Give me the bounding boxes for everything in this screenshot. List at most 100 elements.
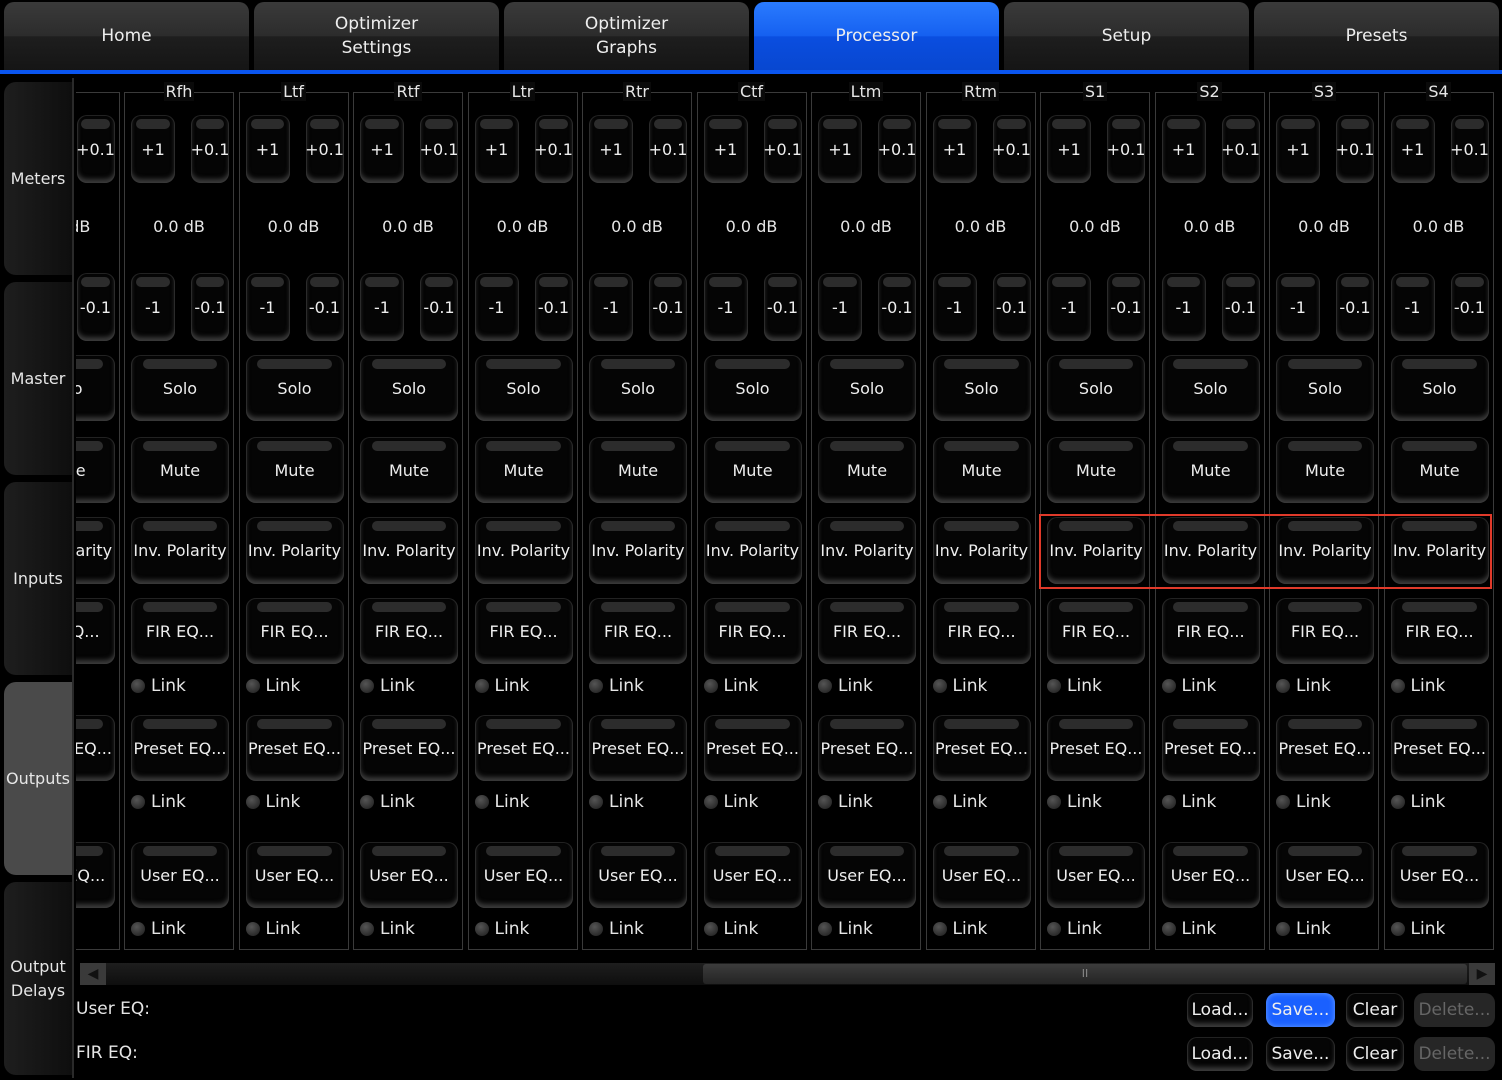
preset-link-toggle[interactable]: Link xyxy=(589,792,644,812)
fir-eq-save-button[interactable]: Save... xyxy=(1266,1037,1335,1071)
solo-button[interactable]: Solo xyxy=(245,355,344,421)
user-link-toggle[interactable]: Link xyxy=(703,919,758,939)
inv-polarity-button[interactable]: Inv. Polarity xyxy=(474,517,573,584)
preset-eq-button[interactable]: Preset EQ... xyxy=(589,715,687,781)
gain-minus-01-button[interactable]: -0.1 xyxy=(1221,273,1260,341)
gain-minus-01-button[interactable]: -0.1 xyxy=(878,273,916,341)
preset-link-toggle[interactable]: Link xyxy=(1276,792,1331,812)
inv-polarity-button[interactable]: Inv. Polarity xyxy=(932,517,1031,584)
user-link-toggle[interactable]: Link xyxy=(360,919,415,939)
inv-polarity-button[interactable]: Inv. Polarity xyxy=(1390,517,1489,584)
fir-eq-button[interactable]: FIR EQ... xyxy=(1047,598,1145,664)
fir-eq-clear-button[interactable]: Clear xyxy=(1346,1037,1404,1071)
fir-eq-load-button[interactable]: Load... xyxy=(1187,1037,1253,1071)
preset-eq-button[interactable]: Preset EQ... xyxy=(1161,715,1260,781)
tab-optimizer-graphs[interactable]: Optimizer Graphs xyxy=(504,2,749,70)
solo-button[interactable]: Solo xyxy=(1161,355,1260,421)
gain-minus-01-button[interactable]: -0.1 xyxy=(649,273,687,341)
gain-plus-1-button[interactable]: +1 xyxy=(131,115,175,183)
mute-button[interactable]: Mute xyxy=(1047,437,1145,503)
preset-eq-button[interactable]: Preset EQ... xyxy=(703,715,802,781)
gain-plus-01-button[interactable]: +0.1 xyxy=(420,115,458,183)
fir-link-toggle[interactable]: Link xyxy=(245,676,300,696)
preset-link-toggle[interactable]: Link xyxy=(818,792,873,812)
user-eq-button[interactable]: User EQ... xyxy=(589,842,687,908)
solo-button[interactable]: Solo xyxy=(932,355,1031,421)
fir-eq-button[interactable]: FIR EQ... xyxy=(932,598,1031,664)
mute-button[interactable]: Mute xyxy=(1161,437,1260,503)
user-link-toggle[interactable]: Link xyxy=(245,919,300,939)
gain-plus-1-button[interactable]: +1 xyxy=(703,115,748,183)
gain-plus-1-button[interactable]: +1 xyxy=(360,115,404,183)
fir-link-toggle[interactable]: Link xyxy=(703,676,758,696)
user-eq-button[interactable]: User EQ... xyxy=(1276,842,1374,908)
solo-button[interactable]: Solo xyxy=(1047,355,1145,421)
user-eq-button[interactable]: User EQ... xyxy=(818,842,916,908)
scroll-left-icon[interactable]: ◀ xyxy=(80,963,106,985)
mute-button[interactable]: Mute xyxy=(1390,437,1489,503)
scroll-thumb[interactable]: II xyxy=(703,964,1467,984)
user-eq-clear-button[interactable]: Clear xyxy=(1346,993,1404,1027)
user-link-toggle[interactable]: Link xyxy=(1047,919,1102,939)
gain-minus-01-button[interactable]: -0.1 xyxy=(305,273,344,341)
inv-polarity-button[interactable]: Inv. Polarity xyxy=(1276,517,1374,584)
user-eq-button[interactable]: User EQ... xyxy=(131,842,229,908)
gain-plus-1-button[interactable]: +1 xyxy=(932,115,977,183)
user-eq-button[interactable]: User EQ... xyxy=(1390,842,1489,908)
inv-polarity-button[interactable]: Inv. Polarity xyxy=(1047,517,1145,584)
preset-eq-button[interactable]: Preset EQ... xyxy=(245,715,344,781)
fir-link-toggle[interactable]: Link xyxy=(474,676,529,696)
gain-plus-1-button[interactable]: +1 xyxy=(245,115,290,183)
gain-plus-01-button[interactable]: +0.1 xyxy=(878,115,916,183)
horizontal-scrollbar[interactable]: ◀ II ▶ xyxy=(80,963,1495,985)
fir-eq-button[interactable]: FIR EQ... xyxy=(1161,598,1260,664)
tab-home[interactable]: Home xyxy=(4,2,249,70)
mute-button[interactable]: Mute xyxy=(245,437,344,503)
gain-minus-1-button[interactable]: -1 xyxy=(818,273,862,341)
fir-eq-button[interactable]: FIR EQ... xyxy=(245,598,344,664)
gain-minus-01-button[interactable]: -0.1 xyxy=(420,273,458,341)
fir-link-toggle[interactable]: Link xyxy=(1276,676,1331,696)
solo-button[interactable]: Solo xyxy=(131,355,229,421)
gain-plus-01-button[interactable]: +0.1 xyxy=(649,115,687,183)
preset-link-toggle[interactable]: Link xyxy=(1047,792,1102,812)
inv-polarity-button[interactable]: Inv. Polarity xyxy=(360,517,458,584)
gain-minus-01-button[interactable]: -0.1 xyxy=(992,273,1031,341)
gain-minus-01-button[interactable]: -0.1 xyxy=(76,273,115,341)
gain-plus-01-button[interactable]: +0.1 xyxy=(76,115,115,183)
solo-button[interactable]: Solo xyxy=(360,355,458,421)
user-link-toggle[interactable]: Link xyxy=(589,919,644,939)
fir-link-toggle[interactable]: Link xyxy=(131,676,186,696)
fir-link-toggle[interactable]: Link xyxy=(360,676,415,696)
gain-plus-01-button[interactable]: +0.1 xyxy=(1107,115,1145,183)
user-eq-button[interactable]: User EQ... xyxy=(245,842,344,908)
mute-button[interactable]: Mute xyxy=(1276,437,1374,503)
mute-button[interactable]: Mute xyxy=(474,437,573,503)
solo-button[interactable]: Solo xyxy=(76,355,115,421)
gain-plus-01-button[interactable]: +0.1 xyxy=(1336,115,1374,183)
gain-plus-1-button[interactable]: +1 xyxy=(818,115,862,183)
gain-minus-01-button[interactable]: -0.1 xyxy=(534,273,573,341)
preset-link-toggle[interactable]: Link xyxy=(1390,792,1445,812)
fir-link-toggle[interactable]: Link xyxy=(818,676,873,696)
fir-eq-button[interactable]: FIR EQ... xyxy=(818,598,916,664)
mute-button[interactable]: Mute xyxy=(360,437,458,503)
solo-button[interactable]: Solo xyxy=(1276,355,1374,421)
preset-eq-button[interactable]: Preset EQ... xyxy=(818,715,916,781)
user-link-toggle[interactable]: Link xyxy=(1161,919,1216,939)
inv-polarity-button[interactable]: Inv. Polarity xyxy=(1161,517,1260,584)
gain-minus-01-button[interactable]: -0.1 xyxy=(1107,273,1145,341)
gain-minus-01-button[interactable]: -0.1 xyxy=(763,273,802,341)
fir-eq-button[interactable]: FIR EQ... xyxy=(474,598,573,664)
inv-polarity-button[interactable]: Inv. Polarity xyxy=(245,517,344,584)
user-eq-button[interactable]: User EQ... xyxy=(703,842,802,908)
preset-eq-button[interactable]: Preset EQ... xyxy=(1390,715,1489,781)
solo-button[interactable]: Solo xyxy=(818,355,916,421)
mute-button[interactable]: Mute xyxy=(932,437,1031,503)
preset-link-toggle[interactable]: Link xyxy=(360,792,415,812)
inv-polarity-button[interactable]: Inv. Polarity xyxy=(818,517,916,584)
fir-link-toggle[interactable]: Link xyxy=(932,676,987,696)
gain-plus-1-button[interactable]: +1 xyxy=(1161,115,1206,183)
gain-plus-01-button[interactable]: +0.1 xyxy=(763,115,802,183)
gain-minus-01-button[interactable]: -0.1 xyxy=(1336,273,1374,341)
